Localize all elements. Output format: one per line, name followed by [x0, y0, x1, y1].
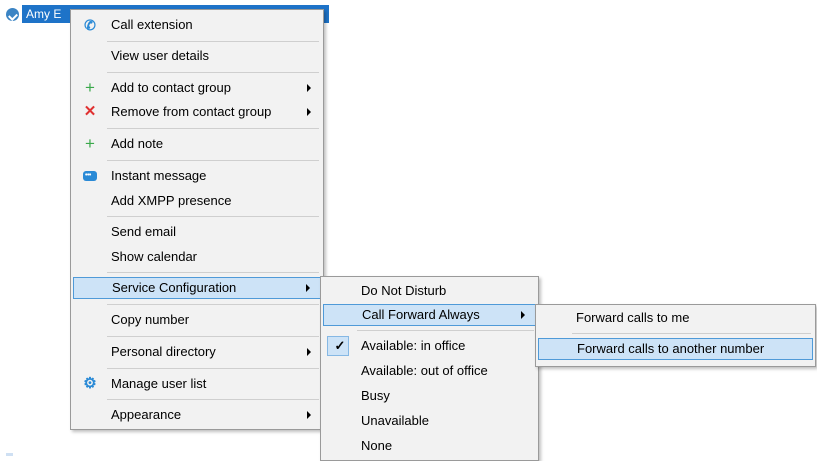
- menu-item-personal-directory[interactable]: Personal directory: [73, 341, 321, 363]
- menu-separator: [107, 399, 319, 400]
- submenu-arrow-icon: [307, 108, 311, 116]
- submenu-arrow-icon: [307, 84, 311, 92]
- menu-item-none[interactable]: None: [323, 435, 536, 457]
- submenu-arrow-icon: [307, 411, 311, 419]
- menu-item-call-forward-always[interactable]: Call Forward Always: [323, 304, 536, 326]
- menu-item-appearance[interactable]: Appearance: [73, 404, 321, 426]
- menu-item-add-note[interactable]: + Add note: [73, 133, 321, 155]
- menu-item-manage-user-list[interactable]: ⚙ Manage user list: [73, 373, 321, 395]
- menu-separator: [107, 72, 319, 73]
- menu-item-call-extension[interactable]: ✆ Call extension: [73, 14, 321, 36]
- menu-separator: [357, 330, 534, 331]
- menu-separator: [107, 368, 319, 369]
- menu-item-show-calendar[interactable]: Show calendar: [73, 246, 321, 268]
- cross-icon: ✕: [83, 103, 97, 120]
- phone-icon: ✆: [84, 17, 96, 33]
- menu-item-available-out-of-office[interactable]: Available: out of office: [323, 360, 536, 382]
- menu-item-copy-number[interactable]: Copy number: [73, 309, 321, 331]
- presence-available-icon: [6, 8, 19, 21]
- menu-item-busy[interactable]: Busy: [323, 385, 536, 407]
- menu-separator: [107, 336, 319, 337]
- menu-item-available-in-office[interactable]: ✓ Available: in office: [323, 335, 536, 357]
- menu-separator: [572, 333, 811, 334]
- menu-item-add-xmpp-presence[interactable]: Add XMPP presence: [73, 190, 321, 212]
- menu-separator: [107, 272, 319, 273]
- menu-item-unavailable[interactable]: Unavailable: [323, 410, 536, 432]
- submenu-arrow-icon: [521, 311, 525, 319]
- chat-icon: [81, 165, 99, 187]
- menu-separator: [107, 304, 319, 305]
- submenu-arrow-icon: [306, 284, 310, 292]
- menu-item-remove-from-contact-group[interactable]: ✕ Remove from contact group: [73, 101, 321, 123]
- service-configuration-submenu: Do Not Disturb Call Forward Always ✓ Ava…: [320, 276, 539, 461]
- menu-item-forward-calls-to-another-number[interactable]: Forward calls to another number: [538, 338, 813, 360]
- menu-item-forward-calls-to-me[interactable]: Forward calls to me: [538, 307, 813, 329]
- submenu-arrow-icon: [307, 348, 311, 356]
- menu-separator: [107, 41, 319, 42]
- menu-item-send-email[interactable]: Send email: [73, 221, 321, 243]
- gear-icon: ⚙: [83, 375, 97, 392]
- menu-item-do-not-disturb[interactable]: Do Not Disturb: [323, 280, 536, 302]
- menu-item-service-configuration[interactable]: Service Configuration: [73, 277, 321, 299]
- menu-item-view-user-details[interactable]: View user details: [73, 45, 321, 67]
- list-edge-mark: [6, 453, 13, 456]
- checkmark-icon: ✓: [334, 338, 346, 353]
- menu-separator: [107, 216, 319, 217]
- call-forward-always-submenu: Forward calls to me Forward calls to ano…: [535, 304, 816, 367]
- contact-context-menu: ✆ Call extension View user details + Add…: [70, 9, 324, 430]
- menu-separator: [107, 128, 319, 129]
- plus-icon: +: [85, 78, 95, 97]
- menu-separator: [107, 160, 319, 161]
- menu-item-instant-message[interactable]: Instant message: [73, 165, 321, 187]
- plus-icon: +: [85, 134, 95, 153]
- menu-item-add-to-contact-group[interactable]: + Add to contact group: [73, 77, 321, 99]
